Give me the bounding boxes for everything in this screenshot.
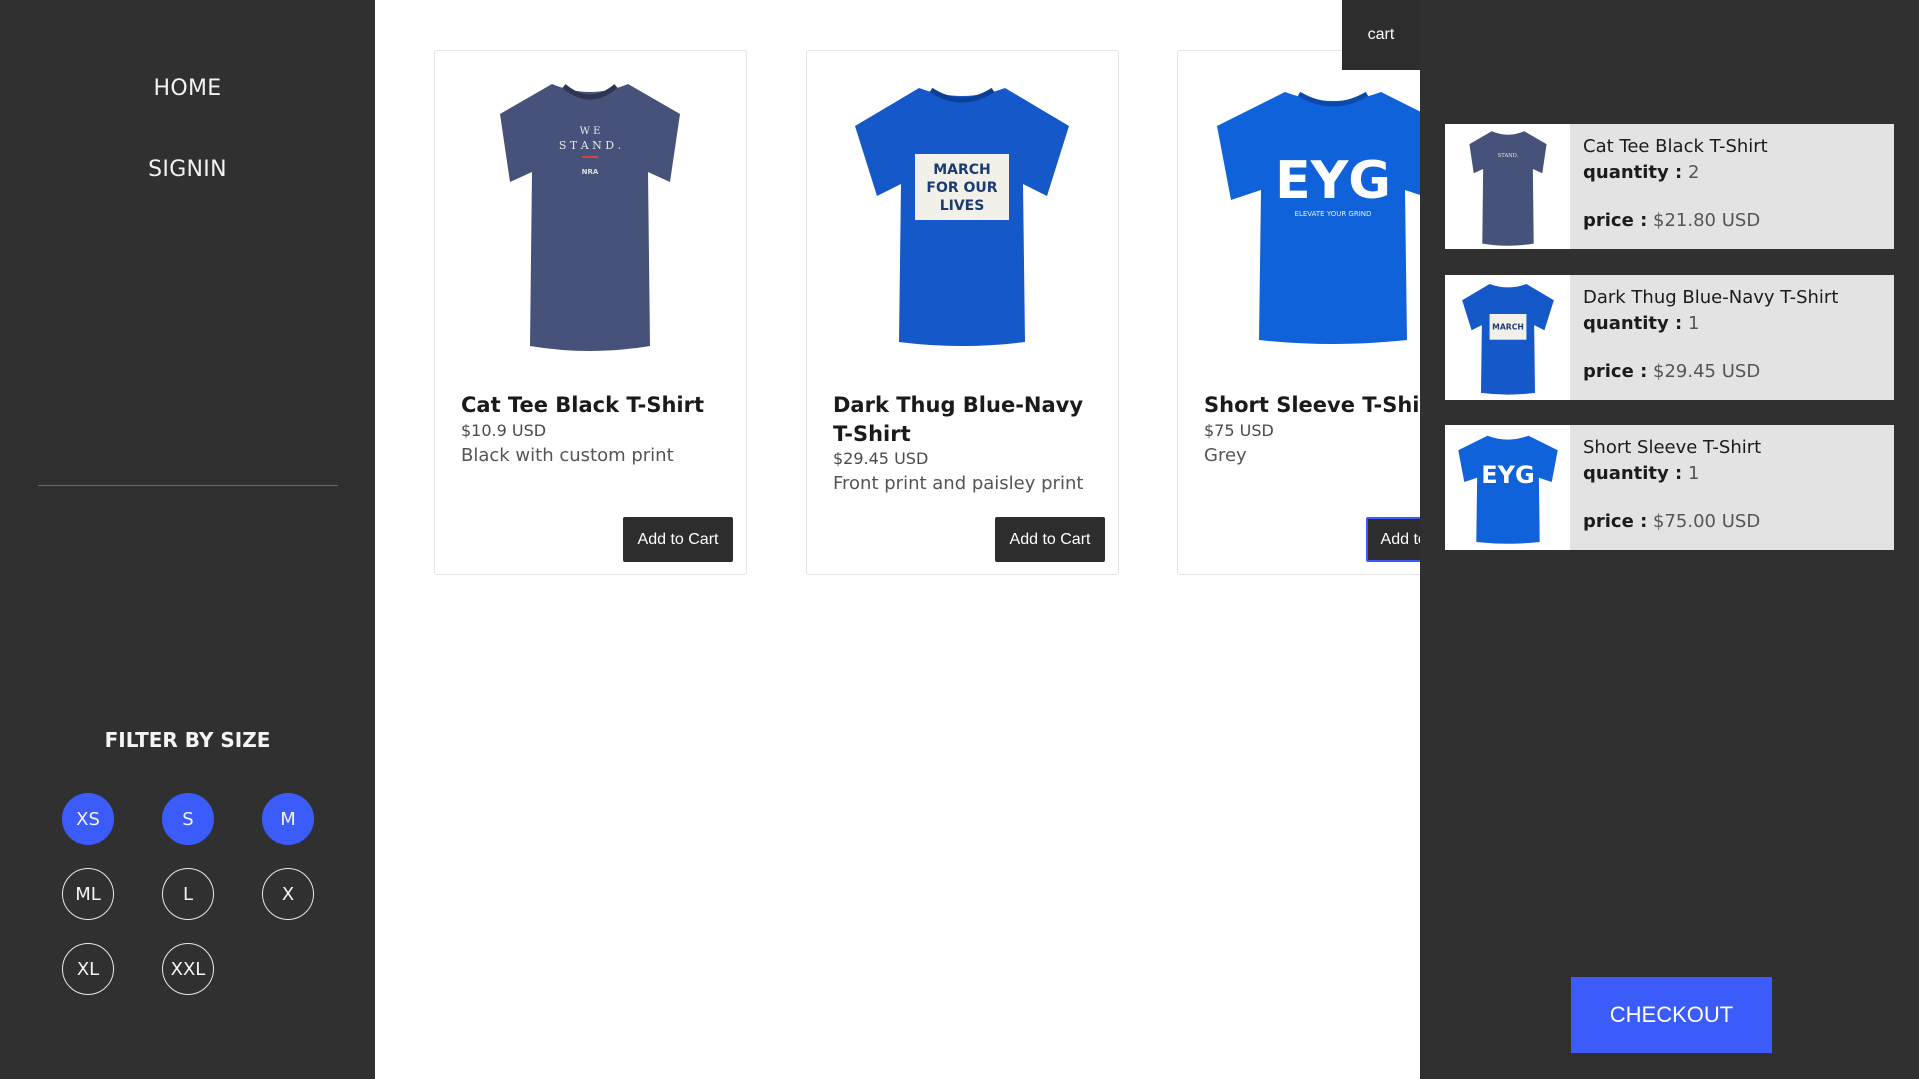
- svg-text:MARCH: MARCH: [933, 162, 991, 178]
- product-title: Cat Tee Black T-Shirt: [461, 393, 704, 417]
- tshirt-image: MARCH FOR OUR LIVES: [827, 69, 1097, 359]
- nav-home-link[interactable]: HOME: [0, 76, 375, 101]
- product-price: $75 USD: [1204, 421, 1274, 440]
- cart-item: STAND. Cat Tee Black T-Shirt quantity : …: [1445, 124, 1894, 249]
- cart-item-quantity: quantity : 2: [1583, 162, 1700, 183]
- cart-toggle-button[interactable]: cart: [1342, 0, 1420, 70]
- product-description: Grey: [1204, 445, 1247, 466]
- checkout-button[interactable]: CHECKOUT: [1571, 977, 1772, 1053]
- size-m-button[interactable]: M: [262, 793, 314, 845]
- tshirt-image: EYG ELEVATE YOUR GRIND: [1198, 69, 1420, 359]
- product-card: W E S T A N D . NRA Cat Tee Black T-Shir…: [434, 50, 747, 575]
- size-s-button[interactable]: S: [162, 793, 214, 845]
- size-xl-button[interactable]: XL: [62, 943, 114, 995]
- add-to-cart-button[interactable]: Add to Cart: [1366, 517, 1420, 562]
- cart-item-quantity: quantity : 1: [1583, 313, 1700, 334]
- cart-item-price: price : $75.00 USD: [1583, 511, 1761, 532]
- add-to-cart-button[interactable]: Add to Cart: [623, 517, 733, 562]
- cart-item-name: Dark Thug Blue-Navy T-Shirt: [1583, 287, 1839, 308]
- size-ml-button[interactable]: ML: [62, 868, 114, 920]
- cart-item: MARCH Dark Thug Blue-Navy T-Shirt quanti…: [1445, 275, 1894, 400]
- svg-text:EYG: EYG: [1275, 151, 1391, 211]
- product-description: Front print and paisley print: [833, 473, 1084, 494]
- cart-item-image: STAND.: [1445, 124, 1570, 249]
- product-price: $29.45 USD: [833, 449, 929, 468]
- product-card: EYG ELEVATE YOUR GRIND Short Sleeve T-Sh…: [1177, 50, 1420, 575]
- svg-text:NRA: NRA: [582, 168, 599, 176]
- nav-signin-link[interactable]: SIGNIN: [0, 157, 375, 182]
- filter-title: FILTER BY SIZE: [104, 728, 271, 752]
- sidebar-divider: [38, 485, 338, 486]
- product-description: Black with custom print: [461, 445, 674, 466]
- size-xxl-button[interactable]: XXL: [162, 943, 214, 995]
- cart-item-name: Short Sleeve T-Shirt: [1583, 437, 1762, 458]
- cart-item-price: price : $29.45 USD: [1583, 361, 1761, 382]
- cart-item: EYG Short Sleeve T-Shirt quantity : 1 pr…: [1445, 425, 1894, 550]
- cart-panel: STAND. Cat Tee Black T-Shirt quantity : …: [1420, 0, 1919, 1079]
- cart-item-image: EYG: [1445, 425, 1570, 550]
- cart-item-name: Cat Tee Black T-Shirt: [1583, 136, 1768, 157]
- svg-text:STAND.: STAND.: [1497, 153, 1518, 159]
- add-to-cart-button[interactable]: Add to Cart: [995, 517, 1105, 562]
- size-xs-button[interactable]: XS: [62, 793, 114, 845]
- product-title: Short Sleeve T-Shirt: [1204, 393, 1420, 417]
- svg-text:MARCH: MARCH: [1492, 322, 1524, 331]
- cart-item-quantity: quantity : 1: [1583, 463, 1700, 484]
- svg-text:W E: W E: [580, 126, 601, 137]
- svg-text:LIVES: LIVES: [940, 198, 985, 214]
- sidebar: HOME SIGNIN FILTER BY SIZE XS S M ML L X…: [0, 0, 375, 1079]
- product-card: MARCH FOR OUR LIVES Dark Thug Blue-Navy …: [806, 50, 1119, 575]
- svg-text:FOR OUR: FOR OUR: [926, 180, 997, 196]
- svg-text:EYG: EYG: [1481, 460, 1534, 488]
- size-x-button[interactable]: X: [262, 868, 314, 920]
- product-title: Dark Thug Blue-Navy T-Shirt: [833, 393, 1084, 446]
- tshirt-image: W E S T A N D . NRA: [455, 69, 725, 359]
- product-grid: W E S T A N D . NRA Cat Tee Black T-Shir…: [375, 0, 1420, 1079]
- svg-text:ELEVATE YOUR GRIND: ELEVATE YOUR GRIND: [1295, 210, 1372, 218]
- product-price: $10.9 USD: [461, 421, 547, 440]
- cart-item-price: price : $21.80 USD: [1583, 210, 1761, 231]
- size-l-button[interactable]: L: [162, 868, 214, 920]
- cart-item-image: MARCH: [1445, 275, 1570, 400]
- svg-text:S T A N D .: S T A N D .: [559, 139, 621, 152]
